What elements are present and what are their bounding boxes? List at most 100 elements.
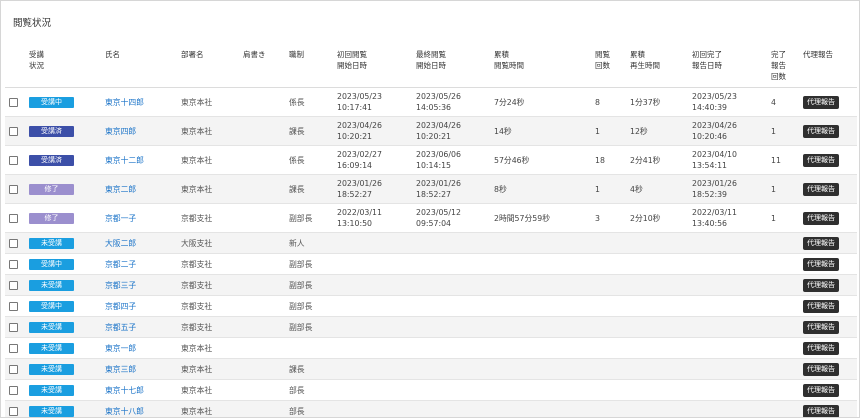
row-select-cell [5,358,25,380]
header-total-view[interactable]: 累積 閲覧時間 [490,45,591,88]
user-name-link[interactable]: 京都一子 [105,214,136,223]
cell-first-view: 2023/04/26 10:20:21 [333,116,412,146]
header-dept[interactable]: 部署名 [177,45,239,88]
header-proxy: 代理報告 [799,45,857,88]
row-checkbox[interactable] [9,302,18,311]
proxy-report-button[interactable]: 代理報告 [803,124,839,138]
proxy-report-button[interactable]: 代理報告 [803,362,839,376]
row-checkbox[interactable] [9,260,18,269]
header-first-done[interactable]: 初回完了 報告日時 [688,45,767,88]
cell-memo [239,274,285,296]
user-name-link[interactable]: 東京四郎 [105,127,136,136]
dept-value: 京都支社 [181,213,213,223]
row-checkbox[interactable] [9,239,18,248]
cell-memo [239,174,285,204]
user-name-link[interactable]: 東京十八郎 [105,407,144,416]
cell-total-play [626,400,688,417]
position-value: 部長 [289,385,305,395]
user-name-link[interactable]: 東京十七郎 [105,386,144,395]
cell-status: 受講済 [25,116,101,146]
status-badge: 修了 [29,184,74,195]
dept-value: 東京本社 [181,343,213,353]
proxy-report-button[interactable]: 代理報告 [803,320,839,334]
cell-first-done [688,379,767,401]
proxy-report-button[interactable]: 代理報告 [803,299,839,313]
cell-total-play [626,379,688,401]
dept-value: 京都支社 [181,259,213,269]
proxy-report-button[interactable]: 代理報告 [803,404,839,417]
row-select-cell [5,253,25,275]
cell-status: 受講中 [25,253,101,275]
table-header-row: 受講 状況 氏名 部署名 肩書き 職制 初回閲覧 開始日時 最終閲覧 開始日時 … [5,45,857,88]
header-last-view[interactable]: 最終閲覧 開始日時 [412,45,490,88]
row-checkbox[interactable] [9,127,18,136]
row-select-cell [5,116,25,146]
proxy-report-button[interactable]: 代理報告 [803,95,839,109]
cell-proxy: 代理報告 [799,316,857,338]
user-name-link[interactable]: 京都五子 [105,323,136,332]
status-badge: 受講済 [29,155,74,166]
proxy-report-button[interactable]: 代理報告 [803,236,839,250]
proxy-report-button[interactable]: 代理報告 [803,153,839,167]
cell-total-play [626,232,688,254]
row-select-cell [5,174,25,204]
row-checkbox[interactable] [9,344,18,353]
cell-status: 受講中 [25,295,101,317]
proxy-report-button[interactable]: 代理報告 [803,383,839,397]
header-first-view[interactable]: 初回閲覧 開始日時 [333,45,412,88]
cell-name: 東京一郎 [101,337,177,359]
user-name-link[interactable]: 東京二郎 [105,185,136,194]
last-view-value: 2023/05/12 09:57:04 [416,208,461,228]
proxy-report-button[interactable]: 代理報告 [803,182,839,196]
row-checkbox[interactable] [9,386,18,395]
cell-name: 大阪二郎 [101,232,177,254]
user-name-link[interactable]: 東京三郎 [105,365,136,374]
user-name-link[interactable]: 京都二子 [105,260,136,269]
cell-proxy: 代理報告 [799,337,857,359]
dept-value: 東京本社 [181,385,213,395]
total-view-value: 14秒 [494,126,512,136]
row-checkbox[interactable] [9,156,18,165]
row-checkbox[interactable] [9,365,18,374]
proxy-report-button[interactable]: 代理報告 [803,211,839,225]
status-badge: 未受講 [29,364,74,375]
header-done-count[interactable]: 完了 報告 回数 [767,45,799,88]
cell-first-done: 2023/01/26 18:52:39 [688,174,767,204]
cell-done-count: 1 [767,116,799,146]
table-row: 未受講 東京十八郎 東京本社 部長 代理報告 [5,400,857,417]
cell-total-play: 12秒 [626,116,688,146]
cell-first-view [333,337,412,359]
header-total-play[interactable]: 累積 再生時間 [626,45,688,88]
cell-dept: 東京本社 [177,145,239,175]
user-name-link[interactable]: 大阪二郎 [105,239,136,248]
header-name[interactable]: 氏名 [101,45,177,88]
total-play-value: 2分41秒 [630,155,661,165]
cell-position: 課長 [285,358,333,380]
cell-done-count [767,274,799,296]
user-name-link[interactable]: 京都三子 [105,281,136,290]
row-checkbox[interactable] [9,185,18,194]
row-checkbox[interactable] [9,323,18,332]
cell-memo [239,400,285,417]
user-name-link[interactable]: 東京一郎 [105,344,136,353]
header-position[interactable]: 職制 [285,45,333,88]
proxy-report-button[interactable]: 代理報告 [803,257,839,271]
last-view-value: 2023/04/26 10:20:21 [416,121,461,141]
cell-done-count [767,337,799,359]
header-views[interactable]: 閲覧 回数 [591,45,626,88]
header-status[interactable]: 受講 状況 [25,45,101,88]
total-view-value: 2時間57分59秒 [494,213,550,223]
user-name-link[interactable]: 京都四子 [105,302,136,311]
user-name-link[interactable]: 東京十二郎 [105,156,144,165]
user-name-link[interactable]: 東京十四郎 [105,98,144,107]
row-select-cell [5,400,25,417]
row-checkbox[interactable] [9,98,18,107]
proxy-report-button[interactable]: 代理報告 [803,341,839,355]
cell-proxy: 代理報告 [799,400,857,417]
row-checkbox[interactable] [9,407,18,416]
proxy-report-button[interactable]: 代理報告 [803,278,839,292]
header-memo[interactable]: 肩書き [239,45,285,88]
row-checkbox[interactable] [9,214,18,223]
row-checkbox[interactable] [9,281,18,290]
cell-dept: 東京本社 [177,174,239,204]
